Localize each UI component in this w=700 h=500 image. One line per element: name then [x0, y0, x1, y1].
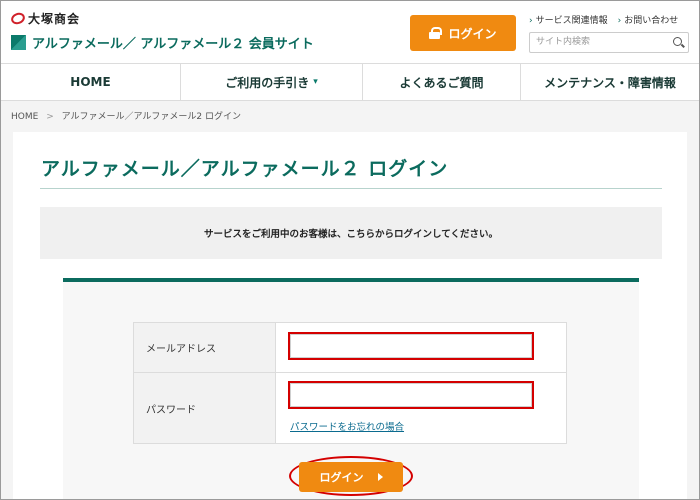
site-header: 大塚商会 アルファメール／ アルファメール２ 会員サイト ログイン › サービス関…	[1, 1, 699, 63]
otsuka-logo-icon	[9, 10, 27, 27]
top-link-contact[interactable]: › お問い合わせ	[618, 13, 679, 26]
site-title: アルファメール／ アルファメール２ 会員サイト	[32, 37, 314, 52]
nav-item-label: よくあるご質問	[399, 75, 484, 90]
login-form-panel: メールアドレス パスワード パスワードをお忘れの場合 ログイン	[63, 278, 639, 499]
search-input[interactable]: サイト内検索	[529, 32, 689, 53]
site-title-link[interactable]: アルファメール／ アルファメール２ 会員サイト	[11, 33, 314, 52]
top-link-label: お問い合わせ	[624, 16, 679, 26]
lock-icon	[429, 27, 443, 39]
forgot-password-link[interactable]: パスワードをお忘れの場合	[290, 419, 404, 433]
top-links: › サービス関連情報 › お問い合わせ	[529, 13, 678, 26]
nav-item-maintenance[interactable]: メンテナンス・障害情報	[521, 64, 699, 100]
caret-down-icon: ▾	[313, 77, 318, 87]
top-link-service-info[interactable]: › サービス関連情報	[529, 13, 608, 26]
top-link-label: サービス関連情報	[535, 16, 608, 26]
arrow-right-icon	[377, 473, 383, 481]
main-content: アルファメール／アルファメール２ ログイン サービスをご利用中のお客様は、こちら…	[13, 132, 687, 499]
email-label: メールアドレス	[134, 323, 276, 372]
notice-text: サービスをご利用中のお客様は、こちらからログインしてください。	[204, 229, 498, 240]
nav-item-label: ご利用の手引き	[225, 75, 310, 90]
email-row: メールアドレス	[134, 323, 566, 373]
search-icon[interactable]	[673, 37, 682, 46]
browser-frame: 大塚商会 アルファメール／ アルファメール２ 会員サイト ログイン › サービス関…	[0, 0, 700, 500]
company-logo[interactable]: 大塚商会	[9, 10, 81, 27]
password-field-highlight	[288, 381, 534, 409]
email-field-highlight	[288, 332, 534, 360]
breadcrumb: HOME > アルファメール／アルファメール2 ログイン	[11, 109, 241, 122]
global-nav: HOME ご利用の手引き ▾ よくあるご質問 メンテナンス・障害情報	[1, 63, 699, 101]
chevron-right-icon: ›	[617, 16, 622, 26]
login-form-table: メールアドレス パスワード パスワードをお忘れの場合	[133, 322, 567, 444]
nav-item-label: HOME	[70, 75, 111, 89]
company-name: 大塚商会	[28, 12, 81, 26]
password-field[interactable]	[290, 383, 532, 407]
breadcrumb-current: アルファメール／アルファメール2 ログイン	[61, 112, 242, 122]
nav-item-guide[interactable]: ご利用の手引き ▾	[181, 64, 363, 100]
breadcrumb-separator: >	[46, 112, 54, 122]
header-login-label: ログイン	[448, 26, 497, 41]
header-login-button[interactable]: ログイン	[410, 15, 516, 51]
login-submit-label: ログイン	[319, 471, 364, 484]
site-brand-icon	[11, 35, 26, 50]
password-row: パスワード パスワードをお忘れの場合	[134, 373, 566, 443]
chevron-right-icon: ›	[529, 16, 533, 26]
nav-item-faq[interactable]: よくあるご質問	[363, 64, 521, 100]
email-field[interactable]	[290, 334, 532, 358]
login-notice: サービスをご利用中のお客様は、こちらからログインしてください。	[40, 207, 662, 259]
breadcrumb-home[interactable]: HOME	[11, 112, 38, 122]
page-title: アルファメール／アルファメール２ ログイン	[41, 158, 449, 180]
nav-item-home[interactable]: HOME	[1, 64, 181, 100]
password-label: パスワード	[134, 373, 276, 443]
login-submit-button[interactable]: ログイン	[299, 462, 403, 492]
search-placeholder: サイト内検索	[536, 37, 591, 47]
title-divider	[40, 188, 662, 189]
nav-item-label: メンテナンス・障害情報	[544, 75, 676, 90]
